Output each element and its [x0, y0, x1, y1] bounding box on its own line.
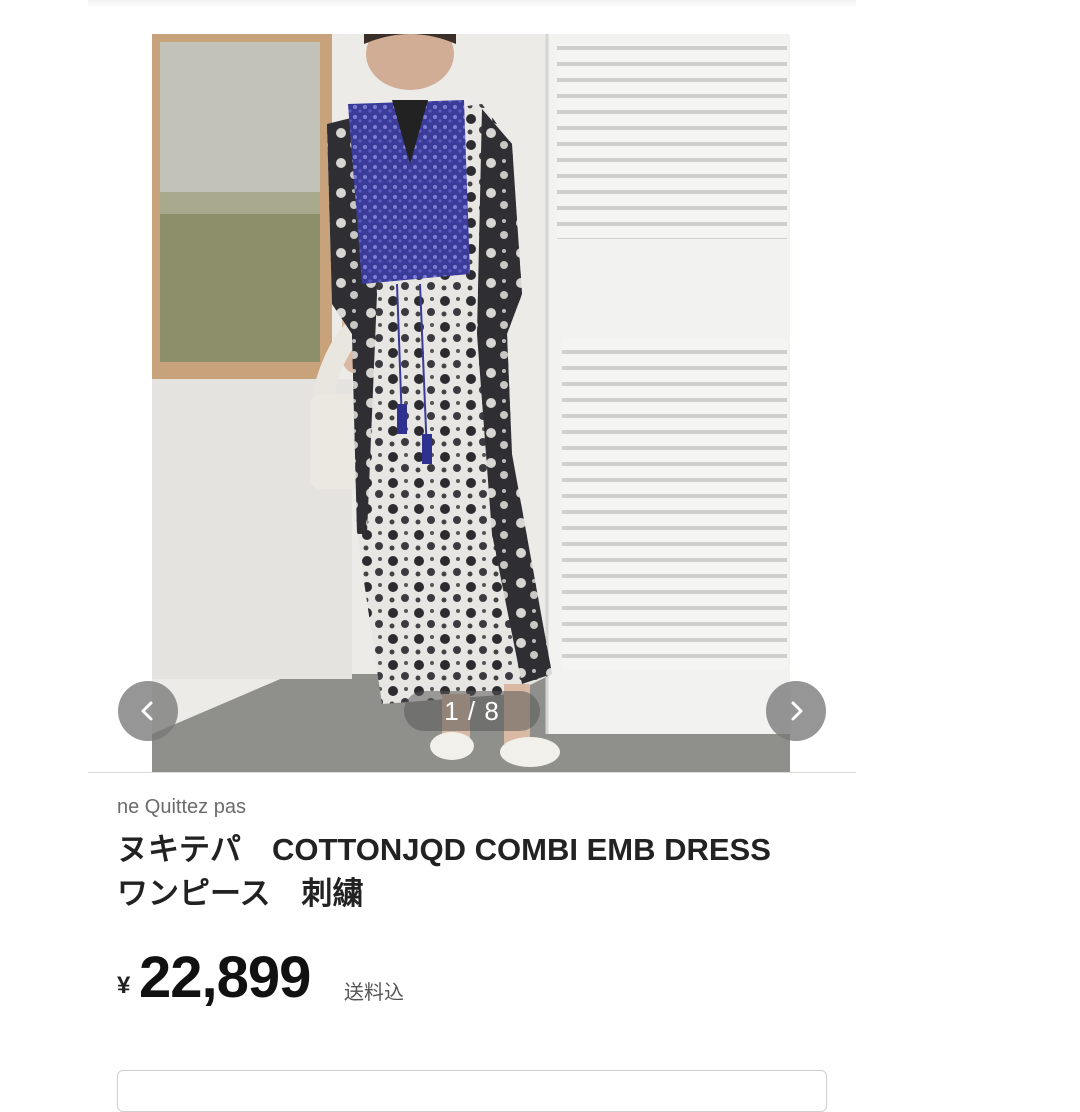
product-photo[interactable] — [152, 34, 790, 772]
top-edge — [88, 0, 856, 8]
brand-link[interactable]: ne Quittez pas — [117, 796, 246, 819]
price-value: 22,899 — [139, 945, 311, 1010]
divider — [88, 772, 856, 773]
next-section-card — [117, 1070, 827, 1112]
image-counter: 1 / 8 — [404, 691, 540, 731]
shipping-included-label: 送料込 — [344, 982, 404, 1004]
product-title: ヌキテパ COTTONJQD COMBI EMB DRESS ワンピース 刺繍 — [117, 832, 771, 911]
currency-symbol: ¥ — [117, 972, 131, 999]
previous-image-button[interactable] — [118, 681, 178, 741]
image-gallery[interactable]: 1 / 8 — [88, 8, 856, 772]
next-image-button[interactable] — [766, 681, 826, 741]
